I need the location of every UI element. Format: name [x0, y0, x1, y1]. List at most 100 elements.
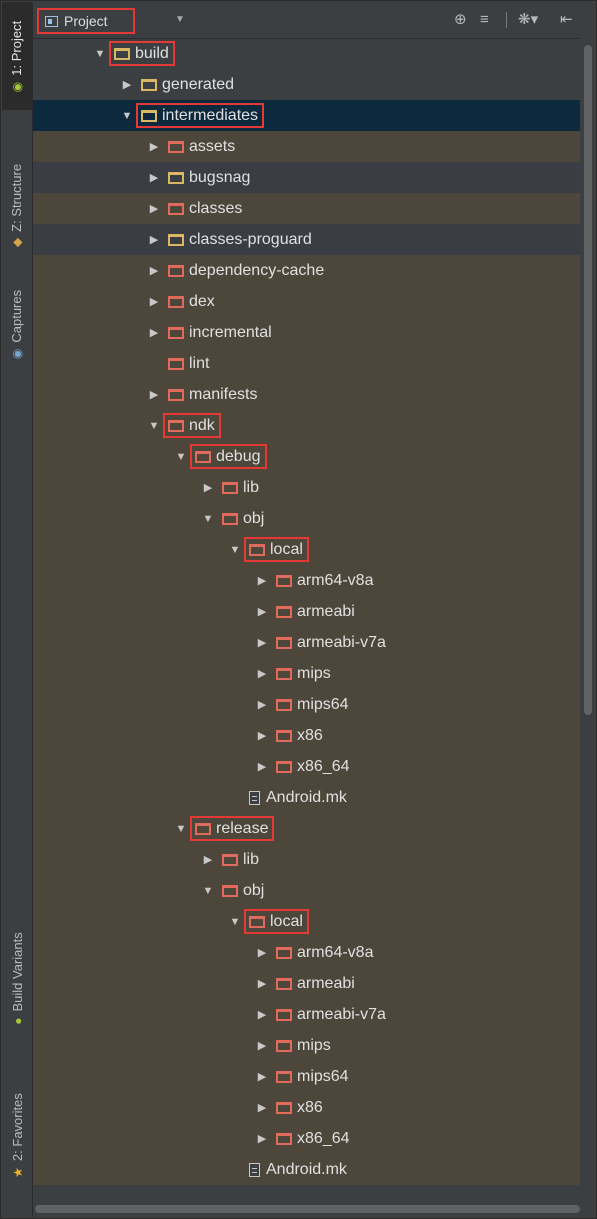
tree-node[interactable]: ▶ x86_64 [253, 1123, 356, 1154]
tree-row[interactable]: ▶ lib [33, 844, 580, 875]
settings-icon[interactable]: ❋▾ [518, 11, 538, 29]
tree-node[interactable]: ▼ build [91, 38, 175, 69]
tree-row[interactable]: ▶ armeabi [33, 968, 580, 999]
expand-arrow-icon[interactable]: ▶ [253, 760, 271, 773]
tree-node[interactable]: ▼ release [172, 813, 275, 844]
tree-row[interactable]: ▼ debug [33, 441, 580, 472]
tree-node[interactable]: ▶ dependency-cache [145, 255, 330, 286]
tree-node[interactable]: ▶ mips [253, 1030, 337, 1061]
tree-row[interactable]: ▼ release [33, 813, 580, 844]
collapse-all-icon[interactable]: ≡ [480, 11, 489, 29]
expand-arrow-icon[interactable]: ▶ [118, 78, 136, 91]
tree-row[interactable]: ▶ x86_64 [33, 1123, 580, 1154]
node-content[interactable]: armeabi [271, 599, 361, 624]
locate-icon[interactable]: ⊕ [454, 11, 467, 29]
expand-arrow-icon[interactable]: ▶ [253, 977, 271, 990]
tree-node[interactable]: ▶ armeabi-v7a [253, 627, 392, 658]
node-content[interactable]: incremental [163, 320, 278, 345]
tree-row[interactable]: ▶ incremental [33, 317, 580, 348]
tree-row[interactable]: ▼ intermediates [33, 100, 580, 131]
node-content[interactable]: x86 [271, 723, 329, 748]
tree-node[interactable]: ▶ manifests [145, 379, 263, 410]
tab-favorites[interactable]: ★ 2: Favorites [2, 1072, 32, 1198]
expand-arrow-icon[interactable]: ▶ [253, 636, 271, 649]
tab-captures[interactable]: ◉ Captures [2, 284, 32, 364]
tree-node[interactable]: ▶ generated [118, 69, 240, 100]
highlighted-node[interactable]: release [190, 816, 275, 841]
tree-node[interactable]: ▶ armeabi [253, 596, 361, 627]
tree-node[interactable]: ▼ obj [199, 875, 270, 906]
tree-node[interactable]: ▶ classes-proguard [145, 224, 318, 255]
expand-arrow-icon[interactable]: ▶ [253, 605, 271, 618]
tree-node[interactable]: ▶lint [145, 348, 215, 379]
node-content[interactable]: assets [163, 134, 241, 159]
expand-arrow-icon[interactable]: ▶ [145, 326, 163, 339]
node-content[interactable]: Android.mk [244, 1157, 353, 1182]
expand-arrow-icon[interactable]: ▶ [145, 202, 163, 215]
node-content[interactable]: armeabi-v7a [271, 1002, 392, 1027]
node-content[interactable]: lib [217, 475, 265, 500]
expand-arrow-icon[interactable]: ▶ [145, 264, 163, 277]
tree-row[interactable]: ▶ dependency-cache [33, 255, 580, 286]
tree-row[interactable]: ▶ manifests [33, 379, 580, 410]
expand-arrow-icon[interactable]: ▶ [253, 1101, 271, 1114]
tree-row[interactable]: ▶ bugsnag [33, 162, 580, 193]
collapse-arrow-icon[interactable]: ▼ [199, 885, 217, 897]
project-view-selector[interactable]: Project [37, 8, 135, 34]
tree-row[interactable]: ▶ x86_64 [33, 751, 580, 782]
tree-row[interactable]: ▼ obj [33, 875, 580, 906]
node-content[interactable]: x86 [271, 1095, 329, 1120]
node-content[interactable]: obj [217, 878, 270, 903]
collapse-arrow-icon[interactable]: ▼ [226, 544, 244, 556]
tree-node[interactable]: ▶ x86 [253, 1092, 329, 1123]
tree-row[interactable]: ▶ x86 [33, 1092, 580, 1123]
node-content[interactable]: lint [163, 351, 215, 376]
node-content[interactable]: armeabi-v7a [271, 630, 392, 655]
collapse-arrow-icon[interactable]: ▼ [172, 823, 190, 835]
tree-node[interactable]: ▼ obj [199, 503, 270, 534]
expand-arrow-icon[interactable]: ▶ [253, 574, 271, 587]
node-content[interactable]: lib [217, 847, 265, 872]
tree-row[interactable]: ▼ obj [33, 503, 580, 534]
tree-node[interactable]: ▶ lib [199, 844, 265, 875]
tree-node[interactable]: ▶ bugsnag [145, 162, 256, 193]
tree-node[interactable]: ▼ local [226, 534, 309, 565]
expand-arrow-icon[interactable]: ▶ [253, 1008, 271, 1021]
highlighted-node[interactable]: ndk [163, 413, 221, 438]
tree-row[interactable]: ▶ assets [33, 131, 580, 162]
node-content[interactable]: dependency-cache [163, 258, 330, 283]
tree-node[interactable]: ▶ mips [253, 658, 337, 689]
node-content[interactable]: classes [163, 196, 248, 221]
tree-node[interactable]: ▶ lib [199, 472, 265, 503]
horizontal-scrollbar[interactable] [35, 1205, 580, 1213]
tree-node[interactable]: ▼ debug [172, 441, 267, 472]
highlighted-node[interactable]: debug [190, 444, 267, 469]
tree-row[interactable]: ▶ x86 [33, 720, 580, 751]
node-content[interactable]: obj [217, 506, 270, 531]
node-content[interactable]: mips [271, 1033, 337, 1058]
tree-row[interactable]: ▶ armeabi-v7a [33, 627, 580, 658]
tree-node[interactable]: ▶ arm64-v8a [253, 565, 379, 596]
tab-build-variants[interactable]: ● Build Variants [2, 900, 32, 1056]
tree-node[interactable]: ▶ mips64 [253, 689, 355, 720]
project-tree[interactable]: ▼ build ▶ generated ▼ intermediates ▶ assets ▶ bu… [33, 38, 580, 1200]
expand-arrow-icon[interactable]: ▶ [253, 729, 271, 742]
tree-node[interactable]: ▶ x86_64 [253, 751, 356, 782]
tree-node[interactable]: ▶ classes [145, 193, 248, 224]
node-content[interactable]: mips64 [271, 692, 355, 717]
tree-row[interactable]: ▶ mips [33, 1030, 580, 1061]
node-content[interactable]: manifests [163, 382, 263, 407]
tree-row[interactable]: ▶ dex [33, 286, 580, 317]
tree-node[interactable]: ▶ armeabi [253, 968, 361, 999]
tree-row[interactable]: ▶ armeabi-v7a [33, 999, 580, 1030]
tree-node[interactable]: ▶ arm64-v8a [253, 937, 379, 968]
expand-arrow-icon[interactable]: ▶ [253, 946, 271, 959]
tree-row[interactable]: ▼ build [33, 38, 580, 69]
node-content[interactable]: x86_64 [271, 1126, 356, 1151]
node-content[interactable]: arm64-v8a [271, 568, 379, 593]
highlighted-node[interactable]: local [244, 537, 309, 562]
collapse-arrow-icon[interactable]: ▼ [172, 451, 190, 463]
tree-node[interactable]: ▼ local [226, 906, 309, 937]
collapse-arrow-icon[interactable]: ▼ [91, 48, 109, 60]
tree-row[interactable]: ▶ lib [33, 472, 580, 503]
